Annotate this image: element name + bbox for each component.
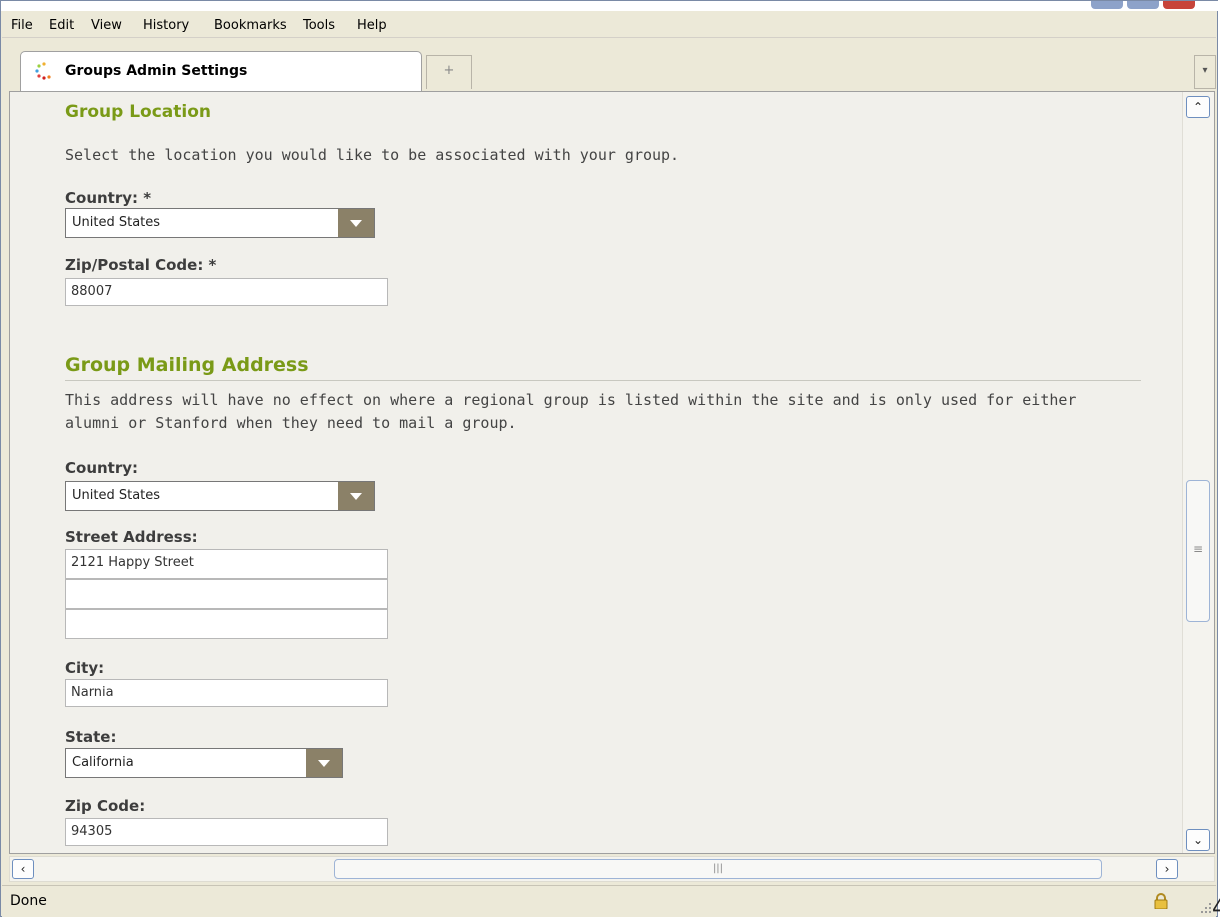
- mailing-description-line-2: alumni or Stanford when they need to mai…: [65, 414, 517, 432]
- menu-file[interactable]: File: [11, 18, 33, 33]
- city-label: City:: [65, 659, 105, 677]
- menu-help[interactable]: Help: [357, 18, 387, 33]
- scroll-up-icon[interactable]: ⌃: [1186, 96, 1210, 118]
- tab-strip: Groups Admin Settings + ▾: [2, 41, 1216, 91]
- menu-bar: File Edit View History Bookmarks Tools H…: [2, 13, 1216, 38]
- state-value: California: [72, 755, 134, 770]
- close-window-button[interactable]: [1163, 1, 1195, 9]
- scroll-left-icon[interactable]: ‹: [12, 859, 34, 879]
- city-input[interactable]: Narnia: [65, 679, 388, 707]
- zip-code-input[interactable]: 94305: [65, 818, 388, 846]
- location-zip-input[interactable]: 88007: [65, 278, 388, 306]
- status-text: Done: [10, 893, 47, 909]
- menu-edit[interactable]: Edit: [49, 18, 74, 33]
- browser-window: File Edit View History Bookmarks Tools H…: [0, 0, 1219, 917]
- mailing-country-select[interactable]: United States: [65, 481, 375, 511]
- street-address-line-2-input[interactable]: [65, 579, 388, 609]
- tab-groups-admin-settings[interactable]: Groups Admin Settings: [20, 51, 422, 91]
- horizontal-scrollbar[interactable]: ‹ ||| ›: [9, 856, 1215, 882]
- group-location-description: Select the location you would like to be…: [65, 146, 680, 164]
- horizontal-scroll-thumb[interactable]: |||: [334, 859, 1102, 879]
- status-bar: Done: [2, 885, 1216, 917]
- mailing-country-value: United States: [72, 488, 161, 503]
- location-zip-label: Zip/Postal Code: *: [65, 256, 217, 274]
- state-select[interactable]: California: [65, 748, 343, 778]
- menu-tools[interactable]: Tools: [303, 18, 335, 33]
- lock-icon[interactable]: [1154, 893, 1168, 909]
- location-country-select[interactable]: United States: [65, 208, 375, 238]
- corner-text: 4: [1212, 896, 1220, 921]
- state-label: State:: [65, 728, 117, 746]
- chevron-down-icon[interactable]: [306, 749, 342, 777]
- page-content: Group Location Select the location you w…: [10, 92, 1180, 853]
- tab-title: Groups Admin Settings: [65, 63, 248, 79]
- content-viewport: Group Location Select the location you w…: [9, 91, 1215, 854]
- street-address-line-1-input[interactable]: 2121 Happy Street: [65, 549, 388, 579]
- location-country-label: Country: *: [65, 189, 152, 207]
- scroll-down-icon[interactable]: ⌄: [1186, 829, 1210, 851]
- group-location-title: Group Location: [65, 102, 212, 122]
- menu-view[interactable]: View: [91, 18, 122, 33]
- zip-code-label: Zip Code:: [65, 797, 146, 815]
- mailing-country-label: Country:: [65, 459, 139, 477]
- street-address-line-3-input[interactable]: [65, 609, 388, 639]
- mailing-description-line-1: This address will have no effect on wher…: [65, 391, 1077, 409]
- maximize-button[interactable]: [1127, 1, 1159, 9]
- group-mailing-address-title: Group Mailing Address: [65, 354, 309, 376]
- street-address-label: Street Address:: [65, 528, 198, 546]
- menu-history[interactable]: History: [143, 18, 189, 33]
- minimize-button[interactable]: [1091, 1, 1123, 9]
- location-country-value: United States: [72, 215, 161, 230]
- tab-list-dropdown-icon[interactable]: ▾: [1194, 55, 1216, 89]
- resize-grip-icon[interactable]: [1198, 900, 1212, 914]
- section-divider: [65, 380, 1141, 381]
- chevron-down-icon[interactable]: [338, 482, 374, 510]
- scroll-right-icon[interactable]: ›: [1156, 859, 1178, 879]
- menu-bookmarks[interactable]: Bookmarks: [214, 18, 287, 33]
- vertical-scroll-thumb[interactable]: ≡: [1186, 480, 1210, 622]
- site-favicon-icon: [35, 62, 51, 80]
- new-tab-button[interactable]: +: [426, 55, 472, 89]
- chevron-down-icon[interactable]: [338, 209, 374, 237]
- title-bar: [1, 1, 1219, 11]
- vertical-scrollbar[interactable]: ⌃ ≡ ⌄: [1182, 92, 1214, 853]
